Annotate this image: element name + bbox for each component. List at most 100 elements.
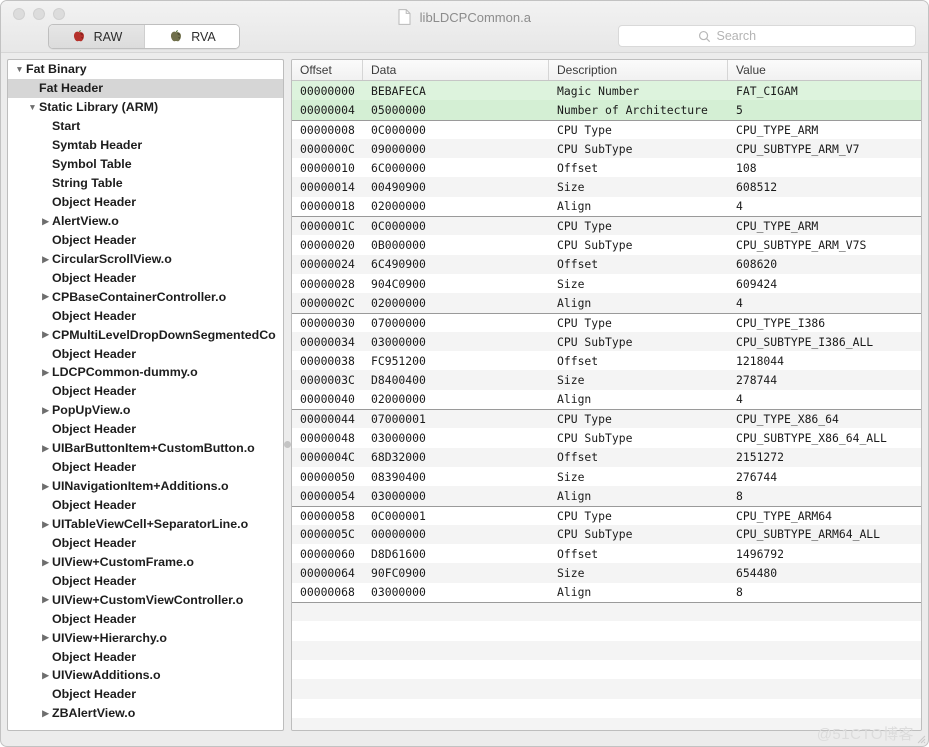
tree-item[interactable]: ▶Object Header <box>8 420 283 439</box>
tree-item[interactable]: ▼ Fat Binary <box>8 60 283 79</box>
tree-item[interactable]: ▶ UIBarButtonItem+CustomButton.o <box>8 439 283 458</box>
table-row[interactable]: 00000020 0B000000 CPU SubType CPU_SUBTYPE_A… <box>292 235 921 255</box>
tab-rva[interactable]: RVA <box>144 25 239 48</box>
tree-item[interactable]: ▶ CircularScrollView.o <box>8 249 283 268</box>
tree-item[interactable]: ▶Object Header <box>8 306 283 325</box>
tree-item[interactable]: ▶Object Header <box>8 647 283 666</box>
table-row[interactable]: 00000068 03000000 Align 8 <box>292 582 921 603</box>
table-row[interactable]: 0000001C 0C000000 CPU Type CPU_TYPE_ARM <box>292 216 921 236</box>
tree-item[interactable]: ▶ UIView+Hierarchy.o <box>8 628 283 647</box>
column-header-offset[interactable]: Offset <box>292 60 363 80</box>
tree-item[interactable]: ▶Fat Header <box>8 78 283 98</box>
tree-item[interactable]: ▶Object Header <box>8 344 283 363</box>
table-row[interactable]: 0000005C 00000000 CPU SubType CPU_SUBTYPE_A… <box>292 524 921 545</box>
tree-item[interactable]: ▶Object Header <box>8 193 283 212</box>
close-button[interactable] <box>13 8 25 20</box>
chevron-down-icon[interactable]: ▼ <box>26 103 39 112</box>
table-row-empty[interactable] <box>292 717 921 730</box>
table-row[interactable]: 00000044 07000001 CPU Type CPU_TYPE_X86_64 <box>292 409 921 429</box>
tree-item[interactable]: ▶ UINavigationItem+Additions.o <box>8 477 283 496</box>
chevron-right-icon[interactable]: ▶ <box>39 671 52 680</box>
table-row[interactable]: 00000050 08390400 Size 276744 <box>292 466 921 487</box>
tree-item[interactable]: ▶Object Header <box>8 609 283 628</box>
tree-item[interactable]: ▶ UIView+CustomViewController.o <box>8 590 283 609</box>
chevron-right-icon[interactable]: ▶ <box>39 444 52 453</box>
table-row[interactable]: 0000004C 68D32000 Offset 2151272 <box>292 447 921 467</box>
table-row[interactable]: 00000048 03000000 CPU SubType CPU_SUBTYPE_X… <box>292 428 921 448</box>
chevron-right-icon[interactable]: ▶ <box>39 406 52 415</box>
minimize-button[interactable] <box>33 8 45 20</box>
tree-item[interactable]: ▶Object Header <box>8 458 283 477</box>
tree-item[interactable]: ▶Object Header <box>8 533 283 552</box>
tree-item[interactable]: ▶Object Header <box>8 496 283 515</box>
tree-item[interactable]: ▶Object Header <box>8 571 283 590</box>
tree-item[interactable]: ▶ UITableViewCell+SeparatorLine.o <box>8 515 283 534</box>
table-row-empty[interactable] <box>292 602 921 622</box>
table-row[interactable]: 00000024 6C490900 Offset 608620 <box>292 254 921 274</box>
tree-item[interactable]: ▶Object Header <box>8 685 283 704</box>
table-row[interactable]: 00000028 904C0900 Size 609424 <box>292 273 921 294</box>
table-row-empty[interactable] <box>292 679 921 699</box>
tree-item[interactable]: ▶String Table <box>8 174 283 193</box>
tree-item[interactable]: ▶ CPBaseContainerController.o <box>8 287 283 306</box>
table-row[interactable]: 00000058 0C000001 CPU Type CPU_TYPE_ARM64 <box>292 505 921 525</box>
zoom-button[interactable] <box>53 8 65 20</box>
table-row[interactable]: 00000060 D8D61600 Offset 1496792 <box>292 544 921 564</box>
tree-item[interactable]: ▶ UIViewAdditions.o <box>8 666 283 685</box>
chevron-right-icon[interactable]: ▶ <box>39 709 52 718</box>
tree-item[interactable]: ▶ CPMultiLevelDropDownSegmentedCo <box>8 325 283 344</box>
structure-tree-sidebar[interactable]: ▼Fat Binary▶Fat Header▼Static Library (A… <box>7 59 284 731</box>
chevron-right-icon[interactable]: ▶ <box>39 633 52 642</box>
chevron-right-icon[interactable]: ▶ <box>39 292 52 301</box>
tree-item[interactable]: ▶Object Header <box>8 268 283 287</box>
column-header-value[interactable]: Value <box>728 60 921 80</box>
tree-item[interactable]: ▶ AlertView.o <box>8 212 283 231</box>
tree-item[interactable]: ▶ ZBAlertView.o <box>8 704 283 723</box>
table-row[interactable]: 00000018 02000000 Align 4 <box>292 196 921 217</box>
column-header-description[interactable]: Description <box>549 60 728 80</box>
tree-item[interactable]: ▶ LDCPCommon-dummy.o <box>8 363 283 382</box>
table-row-empty[interactable] <box>292 659 921 680</box>
table-row[interactable]: 00000034 03000000 CPU SubType CPU_SUBTYPE_I… <box>292 331 921 352</box>
chevron-right-icon[interactable]: ▶ <box>39 482 52 491</box>
table-row-empty[interactable] <box>292 698 921 718</box>
table-row-empty[interactable] <box>292 621 921 641</box>
tree-item[interactable]: ▶Object Header <box>8 382 283 401</box>
chevron-right-icon[interactable]: ▶ <box>39 558 52 567</box>
table-row[interactable]: 00000014 00490900 Size 608512 <box>292 177 921 197</box>
tree-item[interactable]: ▶Symtab Header <box>8 136 283 155</box>
chevron-right-icon[interactable]: ▶ <box>39 330 52 339</box>
split-view-divider-handle[interactable] <box>284 441 291 448</box>
search-field[interactable] <box>618 25 916 47</box>
chevron-right-icon[interactable]: ▶ <box>39 217 52 226</box>
column-header-data[interactable]: Data <box>363 60 549 80</box>
table-row[interactable]: 0000002C 02000000 Align 4 <box>292 293 921 313</box>
tab-raw[interactable]: RAW <box>49 25 144 48</box>
view-mode-segmented-control[interactable]: RAW RVA <box>48 24 240 49</box>
tree-item[interactable]: ▼ Static Library (ARM) <box>8 98 283 117</box>
table-row[interactable]: 00000054 03000000 Align 8 <box>292 486 921 506</box>
tree-item[interactable]: ▶Object Header <box>8 230 283 249</box>
table-row[interactable]: 00000040 02000000 Align 4 <box>292 389 921 410</box>
chevron-right-icon[interactable]: ▶ <box>39 255 52 264</box>
table-row[interactable]: 00000038 FC951200 Offset 1218044 <box>292 351 921 371</box>
table-row[interactable]: 0000000C 09000000 CPU SubType CPU_SUBTYPE_A… <box>292 138 921 159</box>
detail-table-pane[interactable]: Offset Data Description Value 00000000 BE… <box>291 59 922 731</box>
table-row[interactable]: 00000008 0C000000 CPU Type CPU_TYPE_ARM <box>292 119 921 139</box>
tree-item[interactable]: ▶ UIView+CustomFrame.o <box>8 552 283 571</box>
table-row[interactable]: 00000000 BEBAFECA Magic Number FAT_CIGAM <box>292 81 921 101</box>
chevron-down-icon[interactable]: ▼ <box>13 65 26 74</box>
chevron-right-icon[interactable]: ▶ <box>39 520 52 529</box>
chevron-right-icon[interactable]: ▶ <box>39 595 52 604</box>
resize-grip-icon[interactable] <box>914 732 926 744</box>
tree-item[interactable]: ▶ PopUpView.o <box>8 401 283 420</box>
table-row[interactable]: 00000004 05000000 Number of Architecture 5 <box>292 100 921 120</box>
table-row[interactable]: 00000030 07000000 CPU Type CPU_TYPE_I386 <box>292 312 921 332</box>
search-input[interactable] <box>716 29 837 43</box>
table-row[interactable]: 00000064 90FC0900 Size 654480 <box>292 563 921 583</box>
table-row-empty[interactable] <box>292 640 921 660</box>
chevron-right-icon[interactable]: ▶ <box>39 368 52 377</box>
table-row[interactable]: 00000010 6C000000 Offset 108 <box>292 158 921 178</box>
tree-item[interactable]: ▶Symbol Table <box>8 155 283 174</box>
table-row[interactable]: 0000003C D8400400 Size 278744 <box>292 370 921 390</box>
